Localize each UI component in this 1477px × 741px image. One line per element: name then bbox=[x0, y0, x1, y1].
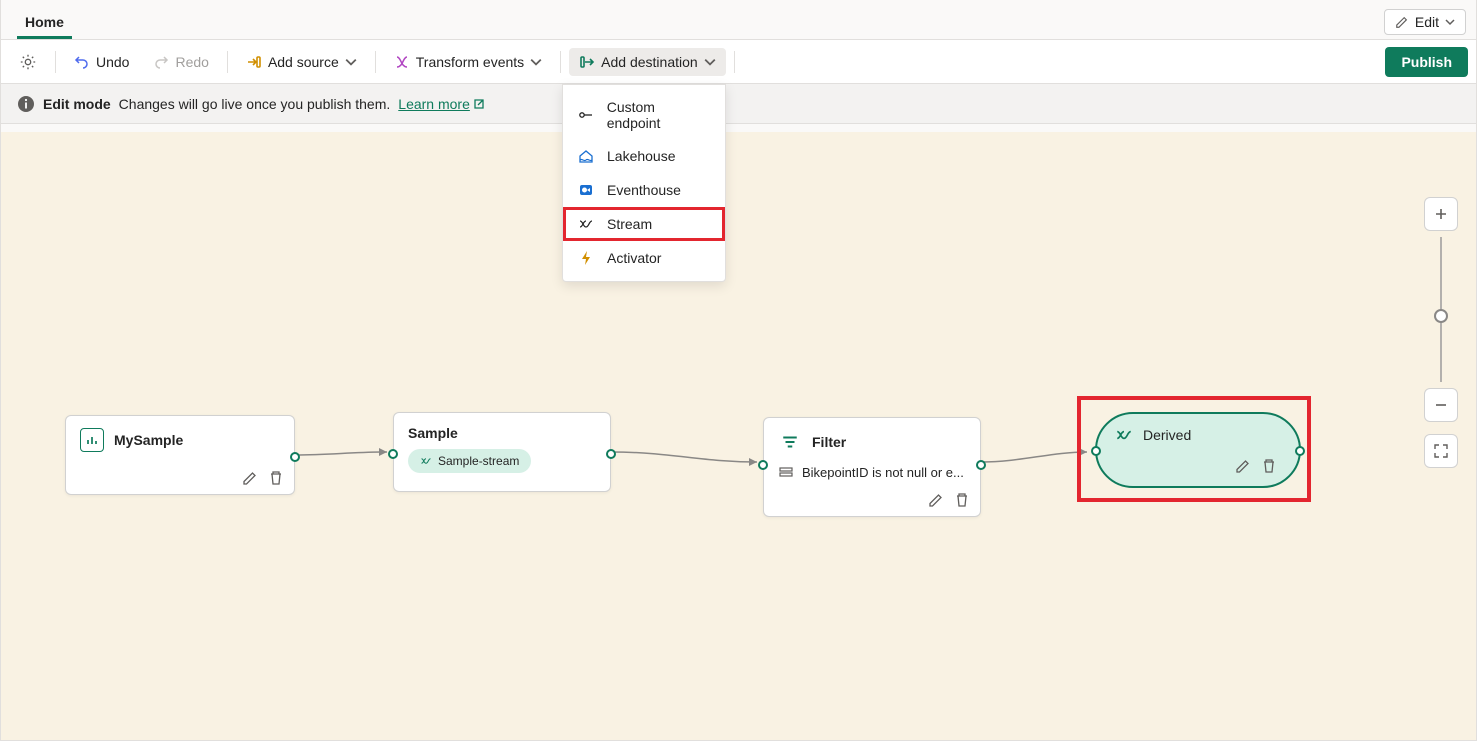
dest-menu-lakehouse[interactable]: Lakehouse bbox=[563, 139, 725, 173]
node-derived-delete[interactable] bbox=[1261, 458, 1277, 474]
pencil-icon bbox=[1395, 15, 1409, 29]
node-derived-out-port[interactable] bbox=[1295, 446, 1305, 456]
node-sample[interactable]: Sample Sample-stream bbox=[393, 412, 611, 492]
source-in-icon bbox=[246, 54, 262, 70]
add-destination-label: Add destination bbox=[601, 54, 698, 70]
add-source-button[interactable]: Add source bbox=[236, 48, 367, 76]
settings-button[interactable] bbox=[9, 47, 47, 77]
node-sample-stream-pill[interactable]: Sample-stream bbox=[408, 449, 531, 473]
endpoint-icon bbox=[577, 106, 595, 124]
node-derived[interactable]: Derived bbox=[1095, 412, 1301, 488]
dest-menu-custom-endpoint[interactable]: Custom endpoint bbox=[563, 91, 725, 139]
node-derived-highlight: Derived bbox=[1077, 396, 1311, 502]
node-filter-edit[interactable] bbox=[928, 492, 944, 508]
node-mysample-delete[interactable] bbox=[268, 470, 284, 486]
node-sample-title: Sample bbox=[408, 425, 458, 441]
redo-icon bbox=[153, 54, 169, 70]
node-mysample-title: MySample bbox=[114, 432, 183, 448]
learn-more-link[interactable]: Learn more bbox=[398, 96, 485, 112]
zoom-thumb[interactable] bbox=[1434, 309, 1448, 323]
node-filter-rule: BikepointID is not null or e... bbox=[802, 465, 964, 480]
redo-button[interactable]: Redo bbox=[143, 48, 218, 76]
publish-button[interactable]: Publish bbox=[1385, 47, 1468, 77]
pipeline-canvas[interactable]: MySample Sample Sample-stream Filter Bik bbox=[1, 132, 1476, 740]
node-mysample[interactable]: MySample bbox=[65, 415, 295, 495]
trash-icon bbox=[954, 492, 970, 508]
zoom-in-button[interactable] bbox=[1424, 197, 1458, 231]
stream-icon bbox=[420, 455, 432, 467]
dest-menu-activator[interactable]: Activator bbox=[563, 241, 725, 275]
node-mysample-edit[interactable] bbox=[242, 470, 258, 486]
trash-icon bbox=[268, 470, 284, 486]
info-mode-label: Edit mode bbox=[43, 96, 111, 112]
edit-mode-info-bar: Edit mode Changes will go live once you … bbox=[1, 84, 1476, 124]
undo-label: Undo bbox=[96, 54, 129, 70]
minus-icon bbox=[1434, 398, 1448, 412]
dest-menu-eventhouse-label: Eventhouse bbox=[607, 182, 681, 198]
node-derived-in-port[interactable] bbox=[1091, 446, 1101, 456]
dest-menu-activator-label: Activator bbox=[607, 250, 661, 266]
toolbar: Undo Redo Add source Transform events Ad… bbox=[1, 40, 1476, 84]
lakehouse-icon bbox=[577, 147, 595, 165]
node-mysample-out-port[interactable] bbox=[290, 452, 300, 462]
tab-bar: Home Edit bbox=[1, 0, 1476, 40]
node-filter-out-port[interactable] bbox=[976, 460, 986, 470]
learn-more-label: Learn more bbox=[398, 96, 470, 112]
pencil-icon bbox=[242, 470, 258, 486]
info-message: Changes will go live once you publish th… bbox=[119, 96, 391, 112]
node-derived-title: Derived bbox=[1143, 427, 1191, 443]
transform-icon bbox=[394, 54, 410, 70]
fit-icon bbox=[1433, 443, 1449, 459]
stream-icon bbox=[1115, 426, 1133, 444]
chevron-down-icon bbox=[704, 56, 716, 68]
add-destination-button[interactable]: Add destination bbox=[569, 48, 726, 76]
tab-home[interactable]: Home bbox=[17, 6, 72, 39]
activator-icon bbox=[577, 249, 595, 267]
dest-menu-eventhouse[interactable]: Eventhouse bbox=[563, 173, 725, 207]
info-icon bbox=[17, 95, 35, 113]
edit-dropdown-button[interactable]: Edit bbox=[1384, 9, 1466, 35]
dest-menu-stream-label: Stream bbox=[607, 216, 652, 232]
transform-events-button[interactable]: Transform events bbox=[384, 48, 552, 76]
rule-icon bbox=[778, 464, 794, 480]
node-filter-title: Filter bbox=[812, 434, 846, 450]
undo-button[interactable]: Undo bbox=[64, 48, 139, 76]
undo-icon bbox=[74, 54, 90, 70]
transform-events-label: Transform events bbox=[416, 54, 524, 70]
filter-icon bbox=[778, 430, 802, 454]
pencil-icon bbox=[1235, 458, 1251, 474]
node-filter-in-port[interactable] bbox=[758, 460, 768, 470]
node-sample-out-port[interactable] bbox=[606, 449, 616, 459]
node-sample-in-port[interactable] bbox=[388, 449, 398, 459]
node-filter-delete[interactable] bbox=[954, 492, 970, 508]
zoom-slider[interactable] bbox=[1440, 237, 1442, 382]
plus-icon bbox=[1434, 207, 1448, 221]
stream-icon bbox=[577, 215, 595, 233]
node-sample-pill-label: Sample-stream bbox=[438, 454, 519, 468]
add-destination-menu: Custom endpoint Lakehouse Eventhouse Str… bbox=[562, 84, 726, 282]
chart-icon bbox=[80, 428, 104, 452]
dest-menu-lakehouse-label: Lakehouse bbox=[607, 148, 676, 164]
zoom-out-button[interactable] bbox=[1424, 388, 1458, 422]
trash-icon bbox=[1261, 458, 1277, 474]
zoom-controls bbox=[1424, 197, 1458, 468]
redo-label: Redo bbox=[175, 54, 208, 70]
edit-dropdown-label: Edit bbox=[1415, 14, 1439, 30]
pencil-icon bbox=[928, 492, 944, 508]
node-filter[interactable]: Filter BikepointID is not null or e... bbox=[763, 417, 981, 517]
add-source-label: Add source bbox=[268, 54, 339, 70]
chevron-down-icon bbox=[345, 56, 357, 68]
caret-down-icon bbox=[1445, 17, 1455, 27]
destination-out-icon bbox=[579, 54, 595, 70]
open-link-icon bbox=[473, 98, 485, 110]
dest-menu-custom-endpoint-label: Custom endpoint bbox=[607, 99, 711, 131]
fit-to-screen-button[interactable] bbox=[1424, 434, 1458, 468]
eventhouse-icon bbox=[577, 181, 595, 199]
dest-menu-stream[interactable]: Stream bbox=[563, 207, 725, 241]
chevron-down-icon bbox=[530, 56, 542, 68]
node-derived-edit[interactable] bbox=[1235, 458, 1251, 474]
gear-icon bbox=[19, 53, 37, 71]
